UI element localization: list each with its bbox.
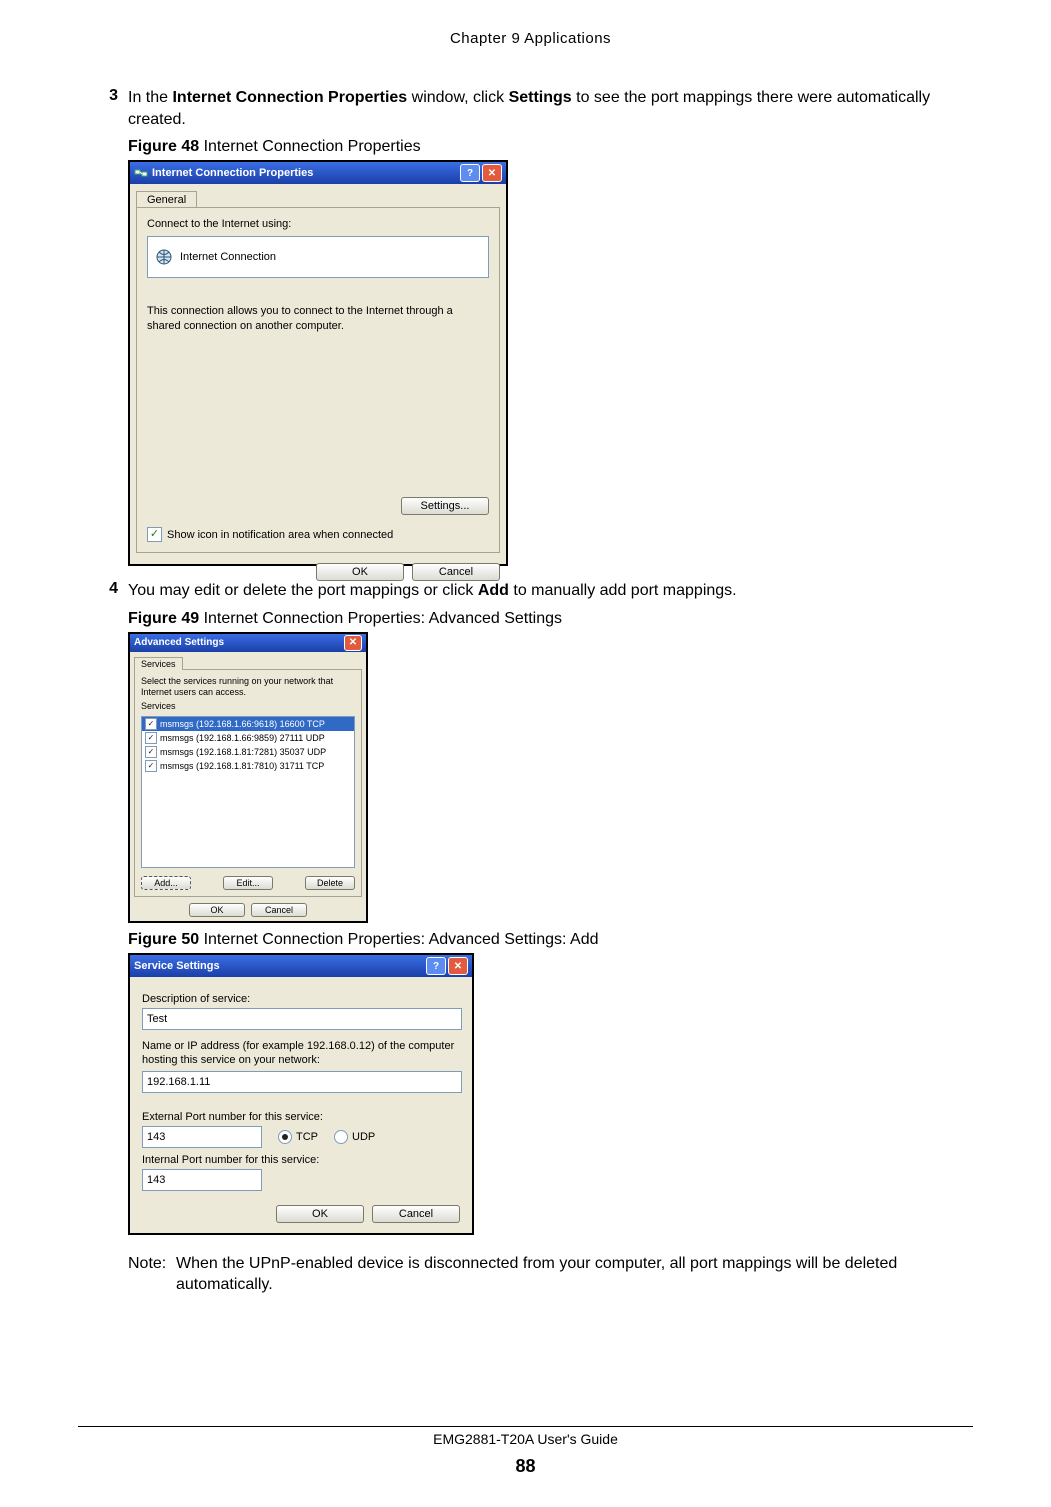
fig50-ext-label: External Port number for this service:	[142, 1111, 460, 1123]
external-port-input[interactable]: 143	[142, 1126, 262, 1148]
list-item[interactable]: ✓msmsgs (192.168.1.81:7810) 31711 TCP	[142, 759, 354, 773]
fig48-show-icon-row[interactable]: ✓ Show icon in notification area when co…	[147, 527, 489, 542]
fig49-title: Advanced Settings	[134, 637, 342, 648]
figure-50-caption: Figure 50 Internet Connection Properties…	[128, 931, 971, 949]
list-item[interactable]: ✓msmsgs (192.168.1.66:9618) 16600 TCP	[142, 717, 354, 731]
note-text: When the UPnP-enabled device is disconne…	[176, 1253, 971, 1296]
fig48-connect-label: Connect to the Internet using:	[147, 218, 489, 230]
step-4-text: You may edit or delete the port mappings…	[128, 580, 971, 602]
close-icon[interactable]: ✕	[482, 164, 502, 182]
step4-b1: Add	[478, 582, 509, 599]
step3-b1: Internet Connection Properties	[172, 89, 407, 106]
checkbox-icon[interactable]: ✓	[145, 718, 157, 730]
step3-t1: In the	[128, 89, 172, 106]
fig50-caption-text: Internet Connection Properties: Advanced…	[199, 931, 598, 948]
footer-guide: EMG2881-T20A User's Guide	[78, 1426, 973, 1447]
connection-icon	[134, 166, 148, 180]
step-3-text: In the Internet Connection Properties wi…	[128, 87, 971, 130]
list-item[interactable]: ✓msmsgs (192.168.1.66:9859) 27111 UDP	[142, 731, 354, 745]
note-label: Note:	[128, 1253, 176, 1296]
upnp-note: Note: When the UPnP-enabled device is di…	[128, 1253, 971, 1296]
ok-button[interactable]: OK	[189, 903, 245, 917]
fig50-host-label: Name or IP address (for example 192.168.…	[142, 1040, 460, 1068]
step-3: 3 In the Internet Connection Properties …	[90, 87, 971, 130]
figure-48-caption: Figure 48 Internet Connection Properties	[128, 138, 971, 156]
figure-49-caption: Figure 49 Internet Connection Properties…	[128, 610, 971, 628]
step-4-number: 4	[90, 580, 128, 598]
tcp-label: TCP	[296, 1131, 318, 1143]
fig50-title: Service Settings	[134, 960, 424, 972]
fig48-window: Internet Connection Properties ? ✕ Gener…	[128, 160, 508, 566]
checkbox-icon[interactable]: ✓	[145, 746, 157, 758]
step-4: 4 You may edit or delete the port mappin…	[90, 580, 971, 602]
fig49-tab-services[interactable]: Services	[134, 657, 183, 670]
fig50-window: Service Settings ? ✕ Description of serv…	[128, 953, 474, 1235]
help-icon[interactable]: ?	[460, 164, 480, 182]
fig50-titlebar[interactable]: Service Settings ? ✕	[130, 955, 472, 977]
svc-text: msmsgs (192.168.1.66:9859) 27111 UDP	[160, 733, 325, 743]
cancel-button[interactable]: Cancel	[251, 903, 307, 917]
cancel-button[interactable]: Cancel	[412, 563, 500, 581]
step3-t2: window, click	[407, 89, 508, 106]
add-button[interactable]: Add...	[141, 876, 191, 890]
fig48-tab-general[interactable]: General	[136, 191, 197, 208]
fig48-titlebar[interactable]: Internet Connection Properties ? ✕	[130, 162, 506, 184]
tcp-radio[interactable]: TCP	[278, 1130, 318, 1144]
svc-text: msmsgs (192.168.1.81:7810) 31711 TCP	[160, 761, 324, 771]
edit-button[interactable]: Edit...	[223, 876, 273, 890]
fig49-services-header: Services	[141, 701, 355, 712]
fig48-title: Internet Connection Properties	[152, 167, 458, 179]
internal-port-input[interactable]: 143	[142, 1169, 262, 1191]
settings-button[interactable]: Settings...	[401, 497, 489, 515]
fig48-caption-text: Internet Connection Properties	[199, 138, 420, 155]
ok-button[interactable]: OK	[316, 563, 404, 581]
fig50-label: Figure 50	[128, 931, 199, 948]
fig49-label: Figure 49	[128, 610, 199, 627]
fig48-label: Figure 48	[128, 138, 199, 155]
description-input[interactable]: Test	[142, 1008, 462, 1030]
udp-label: UDP	[352, 1131, 375, 1143]
step-3-number: 3	[90, 87, 128, 105]
ok-button[interactable]: OK	[276, 1205, 364, 1223]
close-icon[interactable]: ✕	[344, 635, 362, 651]
step3-b2: Settings	[509, 89, 572, 106]
fig48-connection-name: Internet Connection	[180, 251, 276, 263]
fig49-intro: Select the services running on your netw…	[141, 676, 355, 698]
udp-radio[interactable]: UDP	[334, 1130, 375, 1144]
svc-text: msmsgs (192.168.1.66:9618) 16600 TCP	[160, 719, 325, 729]
fig48-description: This connection allows you to connect to…	[147, 304, 489, 334]
fig49-titlebar[interactable]: Advanced Settings ✕	[130, 634, 366, 652]
list-item[interactable]: ✓msmsgs (192.168.1.81:7281) 35037 UDP	[142, 745, 354, 759]
radio-icon[interactable]	[334, 1130, 348, 1144]
step4-t1: You may edit or delete the port mappings…	[128, 582, 478, 599]
cancel-button[interactable]: Cancel	[372, 1205, 460, 1223]
close-icon[interactable]: ✕	[448, 957, 468, 975]
page-number: 88	[0, 1456, 1051, 1477]
fig49-caption-text: Internet Connection Properties: Advanced…	[199, 610, 562, 627]
checkbox-icon[interactable]: ✓	[147, 527, 162, 542]
globe-icon	[154, 248, 174, 266]
delete-button[interactable]: Delete	[305, 876, 355, 890]
checkbox-icon[interactable]: ✓	[145, 732, 157, 744]
fig49-service-list[interactable]: ✓msmsgs (192.168.1.66:9618) 16600 TCP ✓m…	[141, 716, 355, 868]
radio-icon[interactable]	[278, 1130, 292, 1144]
svc-text: msmsgs (192.168.1.81:7281) 35037 UDP	[160, 747, 326, 757]
fig50-int-label: Internal Port number for this service:	[142, 1154, 460, 1166]
fig48-connection-box[interactable]: Internet Connection	[147, 236, 489, 278]
chapter-header: Chapter 9 Applications	[90, 30, 971, 47]
fig49-window: Advanced Settings ✕ Services Select the …	[128, 632, 368, 923]
checkbox-icon[interactable]: ✓	[145, 760, 157, 772]
host-input[interactable]: 192.168.1.11	[142, 1071, 462, 1093]
fig48-show-icon-label: Show icon in notification area when conn…	[167, 529, 393, 541]
step4-t2: to manually add port mappings.	[509, 582, 737, 599]
fig50-desc-label: Description of service:	[142, 993, 460, 1005]
help-icon[interactable]: ?	[426, 957, 446, 975]
